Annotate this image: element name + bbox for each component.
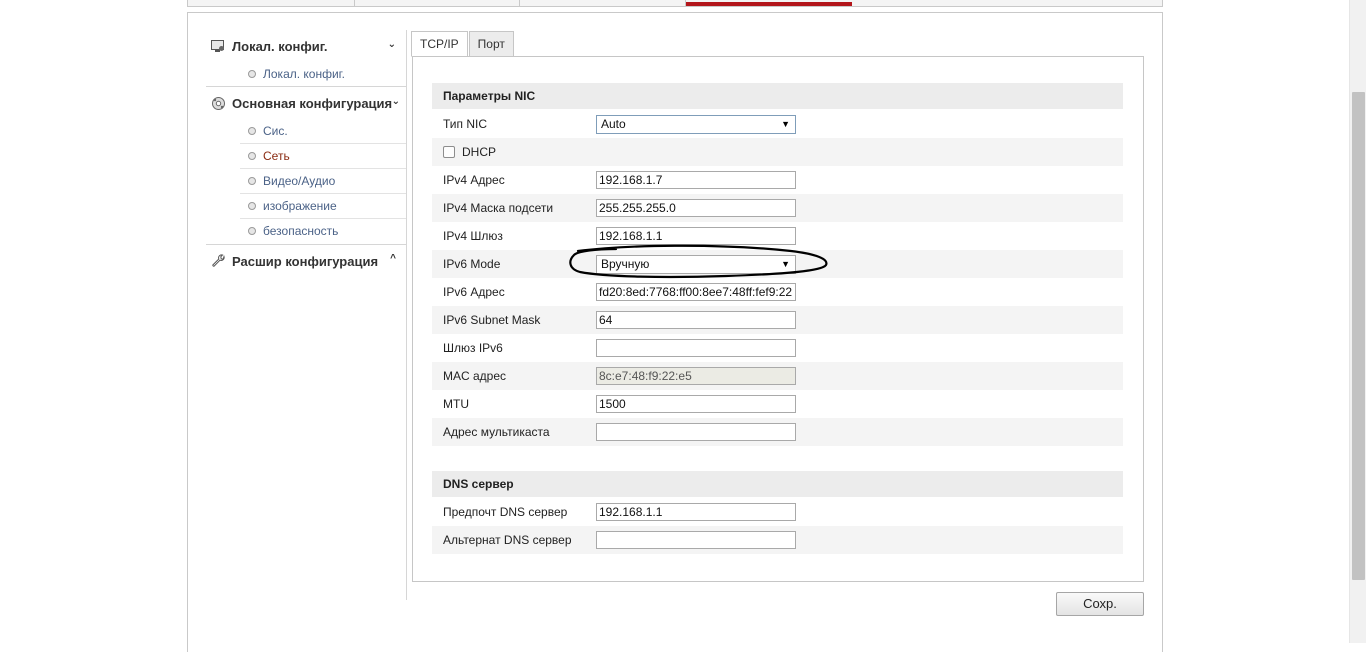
ipv6-gateway-row: Шлюз IPv6: [432, 334, 1123, 362]
scrollbar-thumb[interactable]: [1352, 92, 1365, 580]
ipv4-gateway-label: IPv4 Шлюз: [443, 229, 503, 243]
sidebar-group-label: Локал. конфиг.: [232, 38, 328, 54]
top-tab[interactable]: [355, 0, 520, 6]
ipv6-mask-input[interactable]: 64: [596, 311, 796, 329]
sidebar-item-video-audio[interactable]: Видео/Аудио: [240, 169, 406, 194]
chevron-up-icon[interactable]: ^: [390, 253, 396, 264]
nic-section-title: Параметры NIC: [432, 83, 1123, 109]
preferred-dns-input[interactable]: 192.168.1.1: [596, 503, 796, 521]
multicast-label: Адрес мультикаста: [443, 425, 550, 439]
top-tab-active-indicator: [686, 2, 852, 6]
sidebar-item-system[interactable]: Сис.: [240, 119, 406, 144]
sidebar-group-advanced-config[interactable]: Расшир конфигурация ^: [206, 245, 406, 277]
bullet-icon: [248, 127, 256, 135]
dns-section-title: DNS сервер: [432, 471, 1123, 497]
ipv4-address-row: IPv4 Адрес 192.168.1.7: [432, 166, 1123, 194]
tab-tcp-ip[interactable]: TCP/IP: [411, 31, 468, 57]
top-menu-strip: [187, 0, 1163, 7]
monitor-settings-icon: [210, 38, 226, 54]
bullet-icon: [248, 152, 256, 160]
ipv6-mode-value: Вручную: [601, 257, 650, 271]
mac-row: MAC адрес 8c:e7:48:f9:22:e5: [432, 362, 1123, 390]
mtu-input[interactable]: 1500: [596, 395, 796, 413]
preferred-dns-label: Предпочт DNS сервер: [443, 505, 568, 519]
nic-type-value: Auto: [601, 117, 626, 131]
ipv6-mode-select[interactable]: Вручную ▼: [596, 255, 796, 274]
ipv4-mask-input[interactable]: 255.255.255.0: [596, 199, 796, 217]
bullet-icon: [248, 202, 256, 210]
sidebar-divider: [406, 30, 407, 600]
ipv6-mode-row: IPv6 Mode Вручную ▼: [432, 250, 1123, 278]
ipv6-mask-label: IPv6 Subnet Mask: [443, 313, 541, 327]
alternate-dns-input[interactable]: [596, 531, 796, 549]
sidebar-group-label: Расшир конфигурация: [232, 253, 379, 269]
preferred-dns-row: Предпочт DNS сервер 192.168.1.1: [432, 498, 1123, 526]
ipv4-gateway-row: IPv4 Шлюз 192.168.1.1: [432, 222, 1123, 250]
nic-type-label: Тип NIC: [443, 117, 488, 131]
page-scrollbar[interactable]: [1349, 0, 1366, 643]
ipv6-address-row: IPv6 Адрес fd20:8ed:7768:ff00:8ee7:48ff:…: [432, 278, 1123, 306]
sidebar-item-label: изображение: [263, 199, 337, 213]
mtu-label: MTU: [443, 397, 469, 411]
wrench-icon: [210, 253, 226, 269]
dhcp-label: DHCP: [462, 145, 497, 159]
ipv6-address-label: IPv6 Адрес: [443, 285, 505, 299]
save-button[interactable]: Сохр.: [1056, 592, 1144, 616]
ipv4-address-input[interactable]: 192.168.1.7: [596, 171, 796, 189]
sidebar-item-security[interactable]: безопасность: [240, 219, 406, 244]
sidebar-item-local-config[interactable]: Локал. конфиг.: [206, 62, 406, 87]
bullet-icon: [248, 177, 256, 185]
nic-type-row: Тип NIC Auto ▼: [432, 110, 1123, 138]
sidebar-item-label: Локал. конфиг.: [263, 67, 345, 81]
ipv6-mode-label: IPv6 Mode: [443, 257, 501, 271]
ipv6-address-input[interactable]: fd20:8ed:7768:ff00:8ee7:48ff:fef9:22: [596, 283, 796, 301]
bullet-icon: [248, 70, 256, 78]
gear-cluster-icon: [210, 95, 226, 111]
multicast-input[interactable]: [596, 423, 796, 441]
mtu-row: MTU 1500: [432, 390, 1123, 418]
config-tabs: TCP/IP Порт: [411, 31, 515, 57]
dhcp-row: DHCP: [432, 138, 1123, 166]
sidebar-item-label: безопасность: [263, 224, 339, 238]
sidebar-item-image[interactable]: изображение: [240, 194, 406, 219]
mac-input: 8c:e7:48:f9:22:e5: [596, 367, 796, 385]
sidebar-item-network[interactable]: Сеть: [240, 144, 406, 169]
sidebar-group-local-config[interactable]: Локал. конфиг. ⌄: [206, 30, 406, 62]
sidebar-item-label: Видео/Аудио: [263, 174, 336, 188]
ipv6-gateway-label: Шлюз IPv6: [443, 341, 503, 355]
mac-label: MAC адрес: [443, 369, 507, 383]
top-tab[interactable]: [188, 0, 355, 6]
alternate-dns-label: Альтернат DNS сервер: [443, 533, 572, 547]
ipv6-gateway-input[interactable]: [596, 339, 796, 357]
dropdown-arrow-icon: ▼: [781, 259, 790, 269]
sidebar-group-basic-config[interactable]: Основная конфигурация ⌄: [206, 87, 406, 119]
bullet-icon: [248, 227, 256, 235]
ipv4-address-label: IPv4 Адрес: [443, 173, 505, 187]
ipv4-gateway-input[interactable]: 192.168.1.1: [596, 227, 796, 245]
nic-type-select[interactable]: Auto ▼: [596, 115, 796, 134]
ipv4-mask-row: IPv4 Маска подсети 255.255.255.0: [432, 194, 1123, 222]
sidebar-group-label: Основная конфигурация: [232, 95, 393, 111]
dropdown-arrow-icon: ▼: [781, 119, 790, 129]
tab-port[interactable]: Порт: [468, 31, 514, 57]
dhcp-checkbox[interactable]: [443, 146, 455, 158]
ipv6-mask-row: IPv6 Subnet Mask 64: [432, 306, 1123, 334]
multicast-row: Адрес мультикаста: [432, 418, 1123, 446]
top-tab[interactable]: [520, 0, 686, 6]
alternate-dns-row: Альтернат DNS сервер: [432, 526, 1123, 554]
chevron-down-icon[interactable]: ⌄: [392, 96, 400, 107]
sidebar-item-label: Сеть: [263, 149, 290, 163]
sidebar-item-label: Сис.: [263, 124, 288, 138]
sidebar-nav: Локал. конфиг. ⌄ Локал. конфиг. Основная…: [206, 30, 406, 277]
chevron-down-icon[interactable]: ⌄: [388, 39, 396, 50]
ipv4-mask-label: IPv4 Маска подсети: [443, 201, 554, 215]
